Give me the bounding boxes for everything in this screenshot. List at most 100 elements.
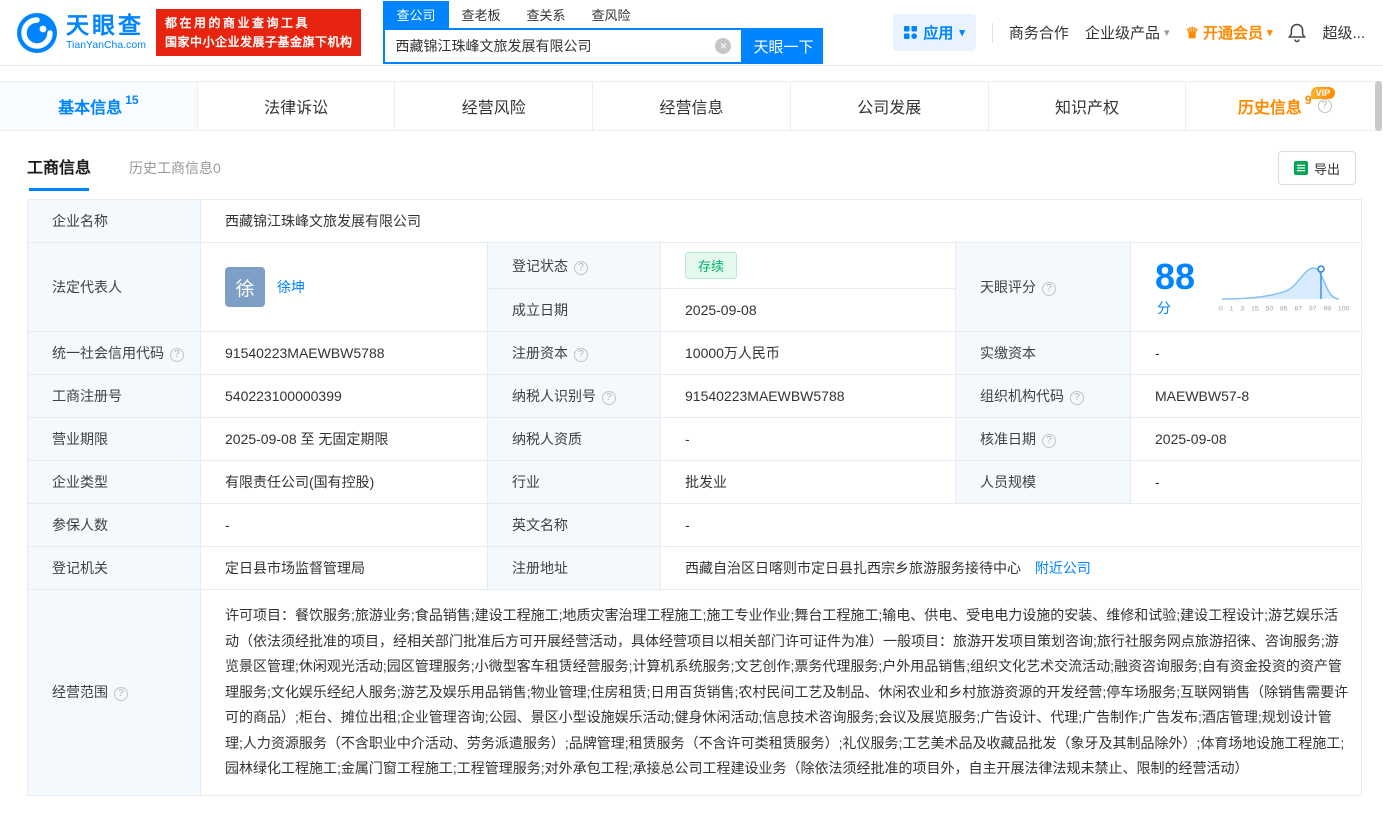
search-button[interactable]: 天眼一下 xyxy=(743,28,824,64)
value-org-code: MAEWBW57-8 xyxy=(1129,374,1363,418)
brand-domain: TianYanCha.com xyxy=(66,39,146,52)
tab-operating-risk[interactable]: 经营风险 xyxy=(395,82,594,130)
crown-icon: ♛ xyxy=(1185,24,1199,42)
value-registration-number: 540223100000399 xyxy=(200,374,488,418)
value-registration-status: 存续 xyxy=(660,242,956,289)
help-icon[interactable]: ? xyxy=(1070,391,1084,405)
label-org-code: 组织机构代码? xyxy=(955,374,1131,418)
chevron-down-icon: ▾ xyxy=(1266,27,1273,39)
nav-open-vip[interactable]: ♛ 开通会员 ▾ xyxy=(1185,22,1272,43)
tab-count: 15 xyxy=(125,93,139,107)
subtab-history-registration[interactable]: 历史工商信息0 xyxy=(129,158,221,191)
score-distribution-chart: 0 1 3 15 50 85 87 97 99 100 xyxy=(1219,261,1349,313)
help-icon[interactable]: ? xyxy=(1042,434,1056,448)
nav-enterprise-products[interactable]: 企业级产品 ▾ xyxy=(1085,22,1170,43)
tab-intellectual-property[interactable]: 知识产权 xyxy=(989,82,1187,130)
value-business-scope: 许可项目：餐饮服务;旅游业务;食品销售;建设工程施工;地质灾害治理工程施工;施工… xyxy=(199,589,1363,796)
value-english-name: - xyxy=(659,503,1363,547)
top-header: 天眼查 TianYanCha.com 都在用的商业查询工具 国家中小企业发展子基… xyxy=(0,0,1383,66)
help-icon[interactable]: ? xyxy=(1317,99,1332,113)
tab-count: 9 xyxy=(1304,93,1312,107)
value-taxpayer-quality: - xyxy=(660,417,956,461)
brand-slogan: 都在用的商业查询工具 国家中小企业发展子基金旗下机构 xyxy=(155,8,362,57)
search-tab-company[interactable]: 查公司 xyxy=(383,1,449,28)
label-paid-capital: 实缴资本 xyxy=(955,331,1131,375)
value-insured-count: - xyxy=(200,503,488,547)
tab-legal-litigation[interactable]: 法律诉讼 xyxy=(198,82,396,130)
table-row: 工商注册号 540223100000399 纳税人识别号? 91540223MA… xyxy=(27,374,1363,418)
label-industry: 行业 xyxy=(487,460,661,504)
value-establish-date: 2025-09-08 xyxy=(660,288,956,332)
subtab-business-registration[interactable]: 工商信息 xyxy=(27,154,91,191)
label-registered-address: 注册地址 xyxy=(487,546,661,590)
vip-badge: VIP xyxy=(1310,87,1336,99)
table-row: 企业名称 西藏锦江珠峰文旅发展有限公司 xyxy=(27,199,1363,243)
value-staff-size: - xyxy=(1129,460,1363,504)
value-company-name: 西藏锦江珠峰文旅发展有限公司 xyxy=(199,199,1363,243)
notification-bell-icon[interactable] xyxy=(1288,23,1307,43)
search-tab-risk[interactable]: 查风险 xyxy=(579,1,644,28)
value-paid-capital: - xyxy=(1129,331,1363,375)
value-taxpayer-id: 91540223MAEWBW5788 xyxy=(660,374,956,418)
value-industry: 批发业 xyxy=(660,460,956,504)
value-registration-authority: 定日县市场监督管理局 xyxy=(200,546,488,590)
value-tianyan-score: 88分 0 1 3 15 50 85 87 97 99 100 xyxy=(1129,242,1363,332)
tab-basic-info[interactable]: 基本信息 15 xyxy=(0,82,198,130)
label-credit-code: 统一社会信用代码? xyxy=(27,331,201,375)
help-icon[interactable]: ? xyxy=(574,348,588,362)
label-taxpayer-id: 纳税人识别号? xyxy=(487,374,661,418)
tianyancha-logo[interactable]: 天眼查 TianYanCha.com xyxy=(16,12,146,54)
label-registration-number: 工商注册号 xyxy=(27,374,201,418)
section-tabs: 基本信息 15 法律诉讼 经营风险 经营信息 公司发展 知识产权 VIP 历史信… xyxy=(0,81,1383,131)
table-row: 统一社会信用代码? 91540223MAEWBW5788 注册资本? 10000… xyxy=(27,331,1363,375)
legal-representative-link[interactable]: 徐坤 xyxy=(277,277,305,297)
help-icon[interactable]: ? xyxy=(602,391,616,405)
search-tab-relation[interactable]: 查关系 xyxy=(514,1,579,28)
label-registration-authority: 登记机关 xyxy=(27,546,201,590)
scrollbar-thumb[interactable] xyxy=(1375,81,1382,131)
label-establish-date: 成立日期 xyxy=(487,288,661,332)
apps-menu-button[interactable]: 应用 ▾ xyxy=(893,14,976,51)
help-icon[interactable]: ? xyxy=(1042,282,1056,296)
clear-search-icon[interactable]: × xyxy=(715,38,732,54)
logo-eye-icon xyxy=(17,12,57,53)
status-badge: 存续 xyxy=(685,252,738,279)
nav-super-member[interactable]: 超级... xyxy=(1322,22,1365,43)
value-legal-representative: 徐 徐坤 xyxy=(200,242,488,332)
label-staff-size: 人员规模 xyxy=(955,460,1131,504)
label-business-scope: 经营范围? xyxy=(27,589,201,796)
table-row: 营业期限 2025-09-08 至 无固定期限 纳税人资质 - 核准日期? 20… xyxy=(27,417,1363,461)
label-tianyan-score: 天眼评分? xyxy=(955,242,1131,332)
nearby-companies-link[interactable]: 附近公司 xyxy=(1035,560,1091,576)
score-axis-ticks: 0 1 3 15 50 85 87 97 99 100 xyxy=(1219,304,1350,313)
avatar[interactable]: 徐 xyxy=(225,267,265,307)
value-company-type: 有限责任公司(国有控股) xyxy=(200,460,488,504)
help-icon[interactable]: ? xyxy=(170,348,184,362)
help-icon[interactable]: ? xyxy=(574,260,588,275)
search-type-tabs: 查公司 查老板 查关系 查风险 xyxy=(383,1,823,28)
tab-operating-info[interactable]: 经营信息 xyxy=(593,82,791,130)
label-approval-date: 核准日期? xyxy=(955,417,1131,461)
search-tab-boss[interactable]: 查老板 xyxy=(449,1,514,28)
search-box: × xyxy=(383,28,744,64)
label-company-name: 企业名称 xyxy=(27,199,201,243)
subtab-toolbar: 工商信息 历史工商信息0 导出 xyxy=(0,143,1383,191)
export-button[interactable]: 导出 xyxy=(1277,151,1356,185)
divider xyxy=(991,22,993,43)
chevron-down-icon: ▾ xyxy=(1163,27,1170,39)
table-row: 登记机关 定日县市场监督管理局 注册地址 西藏自治区日喀则市定日县扎西宗乡旅游服… xyxy=(27,546,1363,590)
value-registered-address: 西藏自治区日喀则市定日县扎西宗乡旅游服务接待中心 附近公司 xyxy=(659,546,1363,590)
tab-history-info[interactable]: VIP 历史信息 9 ? xyxy=(1186,82,1383,130)
search-input[interactable] xyxy=(395,38,716,54)
label-insured-count: 参保人数 xyxy=(27,503,201,547)
table-row: 法定代表人 徐 徐坤 登记状态? 存续 天眼评分? 88分 0 1 3 15 5… xyxy=(27,242,1363,332)
search-area: 查公司 查老板 查关系 查风险 × 天眼一下 xyxy=(383,1,824,64)
label-legal-representative: 法定代表人 xyxy=(27,242,201,332)
label-registered-capital: 注册资本? xyxy=(487,331,661,375)
help-icon[interactable]: ? xyxy=(114,687,128,702)
tab-company-development[interactable]: 公司发展 xyxy=(791,82,989,130)
header-right-nav: 应用 ▾ 商务合作 企业级产品 ▾ ♛ 开通会员 ▾ 超级... xyxy=(893,14,1365,51)
table-row: 参保人数 - 英文名称 - xyxy=(27,503,1363,547)
table-row: 经营范围? 许可项目：餐饮服务;旅游业务;食品销售;建设工程施工;地质灾害治理工… xyxy=(27,589,1363,796)
nav-business-cooperation[interactable]: 商务合作 xyxy=(1009,22,1069,43)
